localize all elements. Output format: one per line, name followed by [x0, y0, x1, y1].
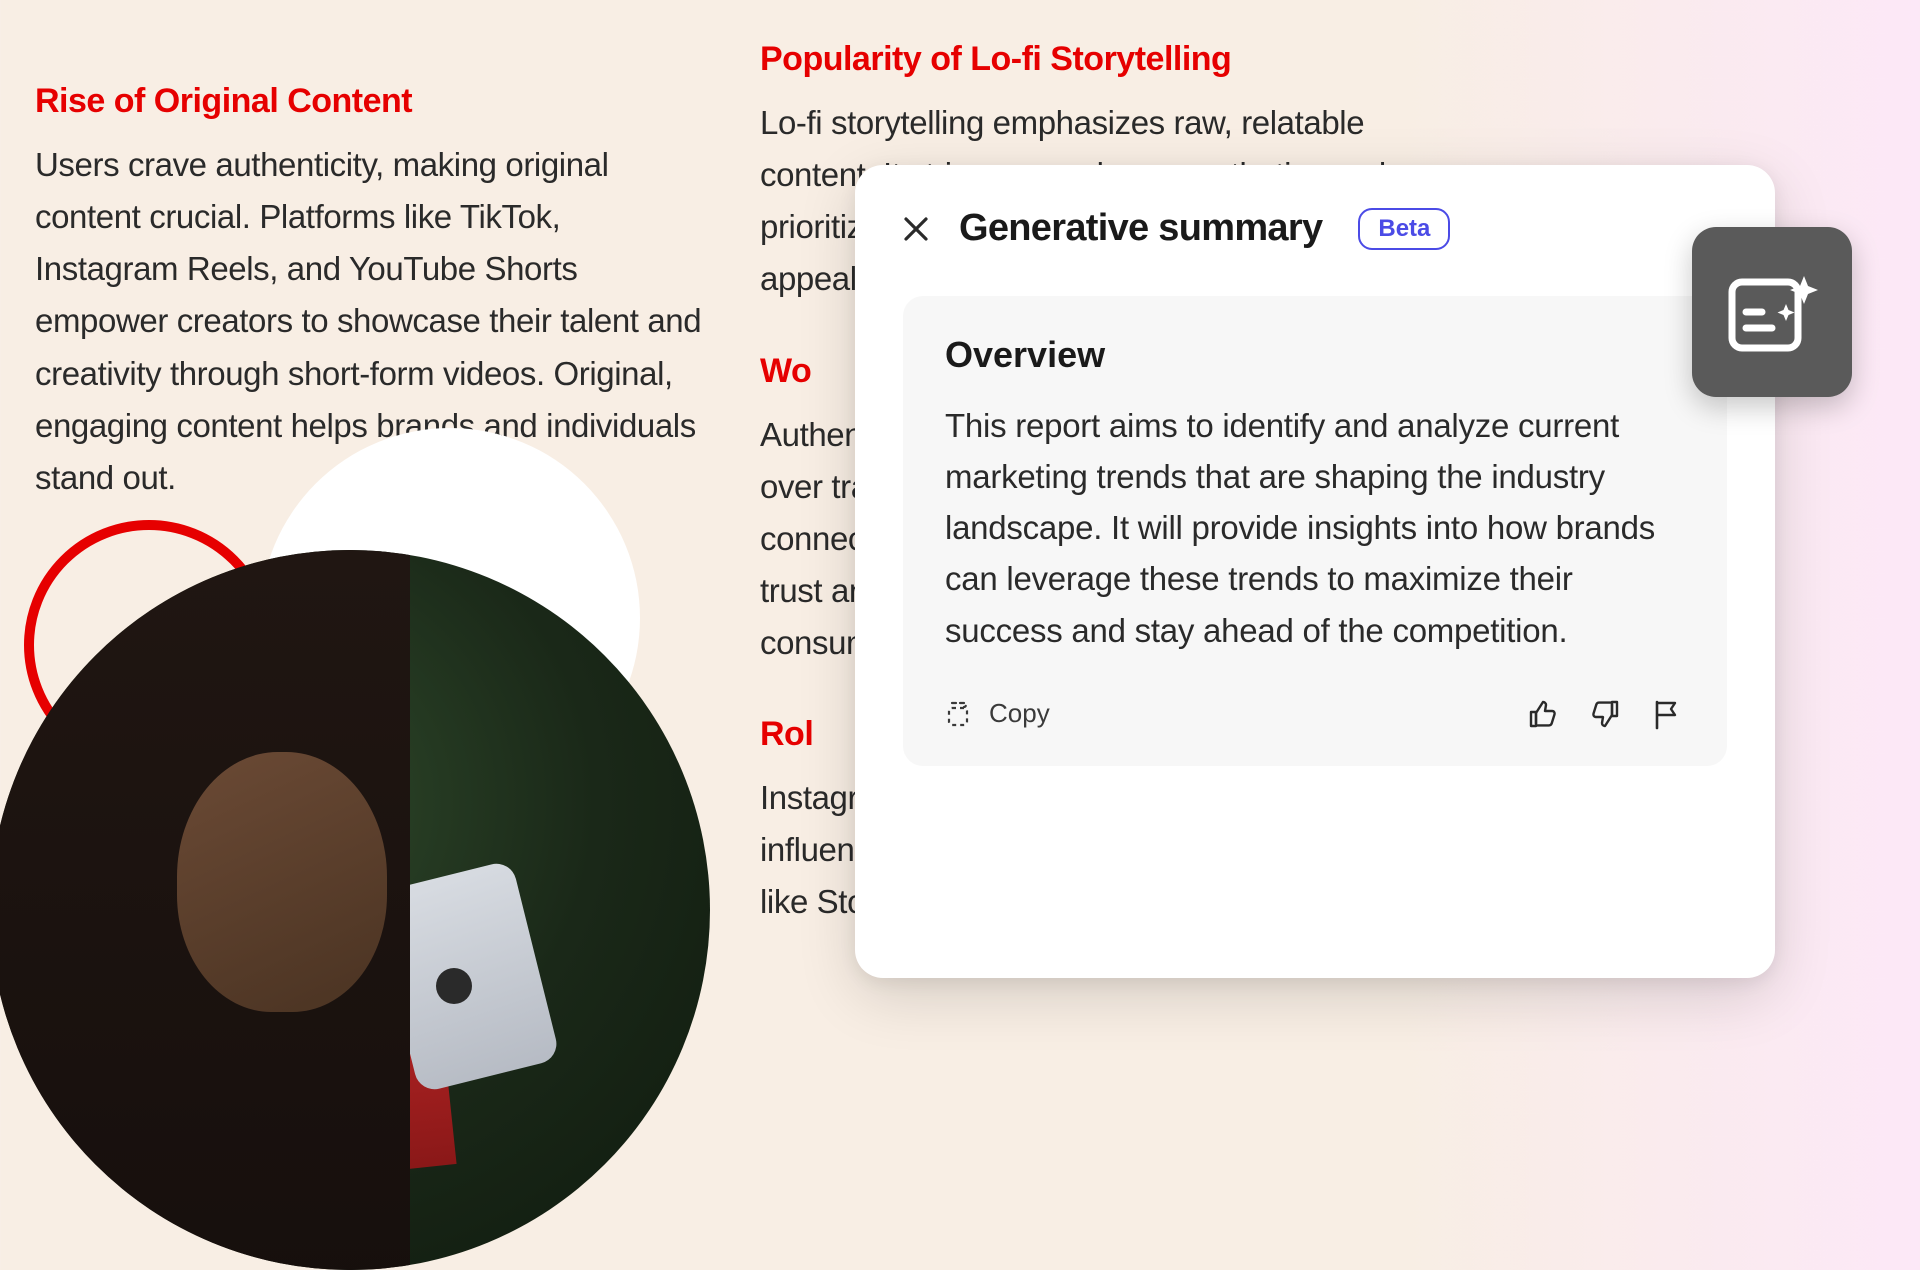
summary-card-body: This report aims to identify and analyze… — [945, 400, 1685, 656]
panel-title: Generative summary — [959, 207, 1322, 250]
summary-card-title: Overview — [945, 334, 1685, 376]
flag-icon[interactable] — [1649, 696, 1685, 732]
section-rise-original: Rise of Original Content Users crave aut… — [35, 82, 710, 504]
copy-button[interactable]: Copy — [945, 698, 1050, 729]
close-icon[interactable] — [903, 216, 929, 242]
photo-woman-phone — [0, 550, 710, 1270]
panel-header: Generative summary Beta — [903, 207, 1727, 250]
generative-summary-panel: Generative summary Beta Overview This re… — [855, 165, 1775, 978]
thumbs-up-icon[interactable] — [1525, 696, 1561, 732]
hero-image — [0, 498, 720, 1218]
section-heading: Popularity of Lo-fi Storytelling — [760, 40, 1435, 79]
feedback-group — [1525, 696, 1685, 732]
copy-label: Copy — [989, 698, 1050, 729]
summarize-floating-button[interactable] — [1692, 227, 1852, 397]
section-heading: Rise of Original Content — [35, 82, 710, 121]
summarize-icon — [1718, 258, 1826, 366]
summary-card: Overview This report aims to identify an… — [903, 296, 1727, 766]
card-actions: Copy — [945, 696, 1685, 732]
thumbs-down-icon[interactable] — [1587, 696, 1623, 732]
copy-icon — [945, 699, 975, 729]
beta-badge: Beta — [1358, 208, 1450, 250]
